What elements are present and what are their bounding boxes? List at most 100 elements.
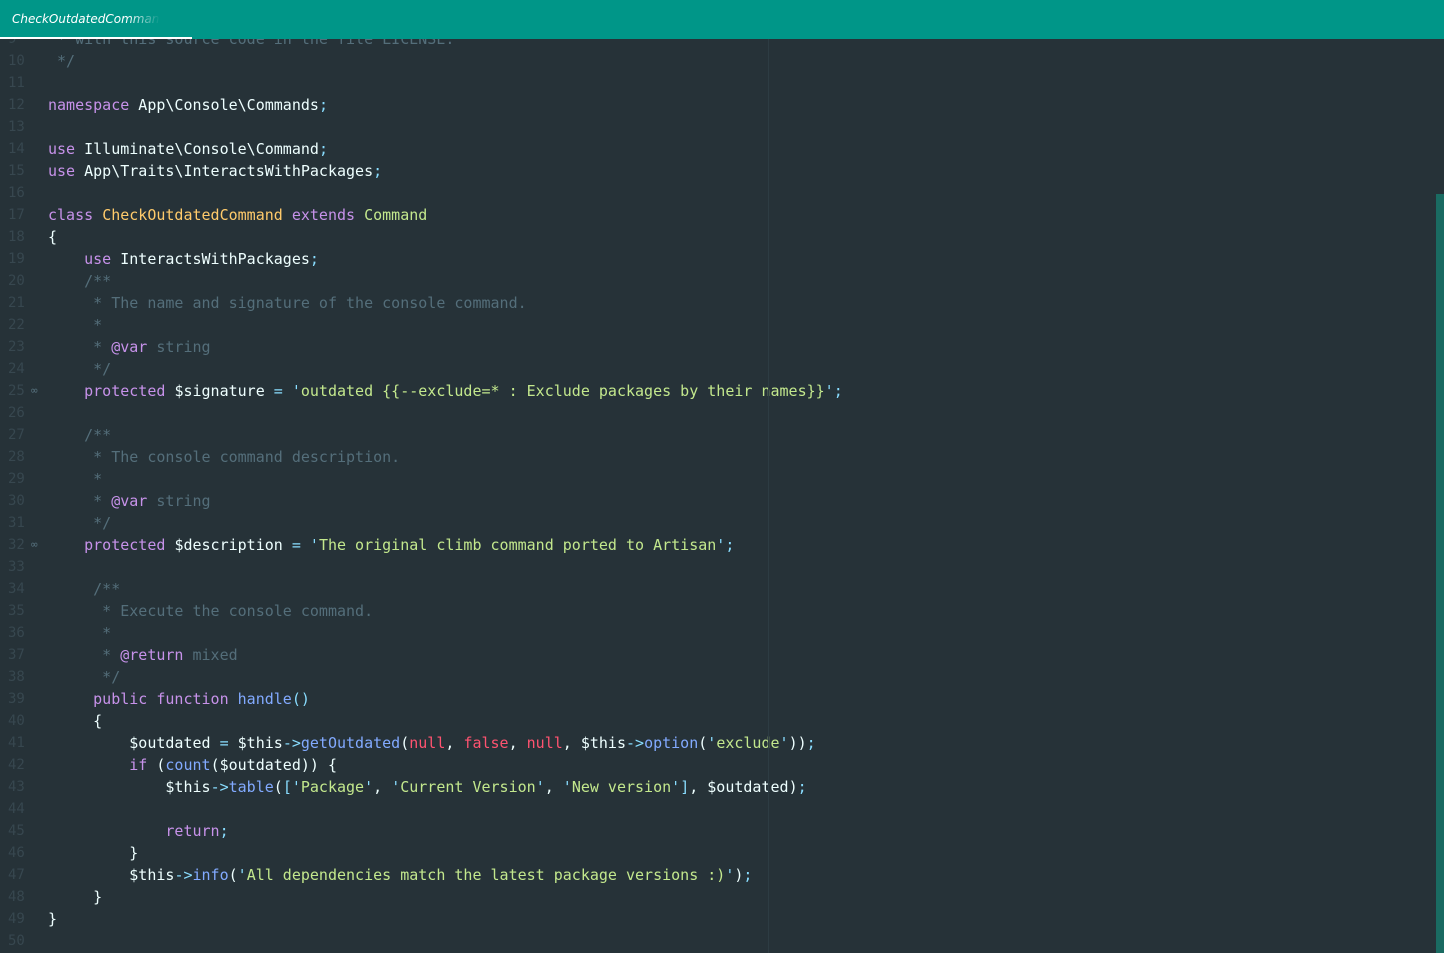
line-content: */ (48, 50, 75, 72)
code-line[interactable]: 48 } (0, 886, 1430, 908)
code-line[interactable]: 43 $this->table(['Package', 'Current Ver… (0, 776, 1430, 798)
line-number: 43 (8, 779, 25, 795)
link-icon[interactable]: ∞ (31, 380, 43, 402)
code-token: () (291, 690, 310, 708)
code-token: )) (788, 734, 807, 752)
code-line[interactable]: 12 namespace App\Console\Commands; (0, 94, 1430, 116)
code-token: ; (318, 140, 328, 158)
code-editor[interactable]: 9 * with this source code in the file LI… (0, 39, 1444, 953)
code-line[interactable]: 41 $outdated = $this->getOutdated(null, … (0, 732, 1430, 754)
code-token: ; (833, 382, 843, 400)
code-line[interactable]: 45 return; (0, 820, 1430, 842)
line-content: use InteractsWithPackages; (48, 248, 319, 270)
line-number: 23 (8, 339, 25, 355)
code-line[interactable]: 22 * (0, 314, 1430, 336)
code-line[interactable]: 25 ∞ protected $signature = 'outdated {{-… (0, 380, 1430, 402)
link-icon[interactable]: ∞ (31, 534, 43, 556)
code-line[interactable]: 29 * (0, 468, 1430, 490)
code-line[interactable]: 49} (0, 908, 1430, 930)
line-content: /** (48, 578, 120, 600)
line-number: 24 (8, 361, 25, 377)
line-content: $this->table(['Package', 'Current Versio… (48, 776, 806, 798)
code-token: null (526, 734, 563, 752)
code-token: protected (84, 382, 166, 400)
code-line[interactable]: 21 * The name and signature of the conso… (0, 292, 1430, 314)
code-line[interactable]: 33 (0, 556, 1430, 578)
line-content: } (48, 842, 138, 864)
code-line[interactable]: 47 $this->info('All dependencies match t… (0, 864, 1430, 886)
code-token: * (48, 470, 103, 488)
line-content: } (48, 908, 57, 930)
code-line[interactable]: 37 * @return mixed (0, 644, 1430, 666)
code-line[interactable]: 35 * Execute the console command. (0, 600, 1430, 622)
code-token: mixed (183, 646, 238, 664)
code-token: * (48, 316, 103, 334)
line-number: 10 (8, 53, 25, 69)
code-line[interactable]: 34 /** (0, 578, 1430, 600)
code-token: * The console command description. (48, 448, 401, 466)
code-line[interactable]: 14 use Illuminate\Console\Command; (0, 138, 1430, 160)
code-line[interactable]: 23 * @var string (0, 336, 1430, 358)
code-line[interactable]: 26 (0, 402, 1430, 424)
code-line[interactable]: 46 } (0, 842, 1430, 864)
code-line[interactable]: 9 * with this source code in the file LI… (0, 39, 1430, 50)
code-line[interactable]: 18 { (0, 226, 1430, 248)
code-token: $this (165, 778, 211, 796)
code-line[interactable]: 42 if (count($outdated)) { (0, 754, 1430, 776)
code-line[interactable]: 24 */ (0, 358, 1430, 380)
code-line[interactable]: 30 * @var string (0, 490, 1430, 512)
line-number: 15 (8, 163, 25, 179)
code-token: ( (273, 778, 283, 796)
code-token: */ (48, 52, 76, 70)
code-token: , (445, 734, 464, 752)
code-token: * The name and signature of the console … (48, 294, 527, 312)
code-line[interactable]: 13 (0, 116, 1430, 138)
code-line[interactable]: 28 * The console command description. (0, 446, 1430, 468)
code-line[interactable]: 11 (0, 72, 1430, 94)
vertical-scrollbar-thumb[interactable] (1436, 194, 1444, 953)
code-line[interactable]: 44 (0, 798, 1430, 820)
code-token: CheckOutdatedCommand (102, 206, 283, 224)
code-line[interactable]: 31 */ (0, 512, 1430, 534)
code-token: false (463, 734, 509, 752)
code-line[interactable]: 39 public function handle() (0, 688, 1430, 710)
code-line[interactable]: 15 use App\Traits\InteractsWithPackages; (0, 160, 1430, 182)
line-content: protected $signature = 'outdated {{--exc… (48, 380, 843, 402)
code-token: ' (779, 734, 789, 752)
line-number: 13 (8, 119, 25, 135)
code-line[interactable]: 27 /** (0, 424, 1430, 446)
code-token: ' (291, 382, 301, 400)
line-number: 26 (8, 405, 25, 421)
code-line[interactable]: 36 * (0, 622, 1430, 644)
code-token: Current Version (400, 778, 536, 796)
code-line[interactable]: 19 use InteractsWithPackages; (0, 248, 1430, 270)
line-content: * @var string (48, 336, 210, 358)
code-line[interactable]: 38 */ (0, 666, 1430, 688)
code-token: = (219, 734, 229, 752)
code-token: InteractsWithPackages (111, 250, 310, 268)
line-content: $outdated = $this->getOutdated(null, fal… (48, 732, 815, 754)
code-token: table (228, 778, 274, 796)
code-line[interactable]: 10 */ (0, 50, 1430, 72)
code-token: [ (282, 778, 292, 796)
code-token: ' (364, 778, 374, 796)
code-line[interactable]: 32 ∞ protected $description = 'The origin… (0, 534, 1430, 556)
code-token: count (165, 756, 211, 774)
code-line[interactable]: 20 /** (0, 270, 1430, 292)
code-line[interactable]: 16 (0, 182, 1430, 204)
code-line[interactable]: 17 class CheckOutdatedCommand extends Com… (0, 204, 1430, 226)
tab-check-outdated-command[interactable]: CheckOutdatedCommand (0, 0, 192, 39)
code-line[interactable]: 50 (0, 930, 1430, 952)
code-token: = (273, 382, 283, 400)
code-token: ' (391, 778, 401, 796)
code-token: * Execute the console command. (48, 602, 374, 620)
line-content: * The name and signature of the console … (48, 292, 527, 314)
line-number: 12 (8, 97, 25, 113)
code-line[interactable]: 40 { (0, 710, 1430, 732)
